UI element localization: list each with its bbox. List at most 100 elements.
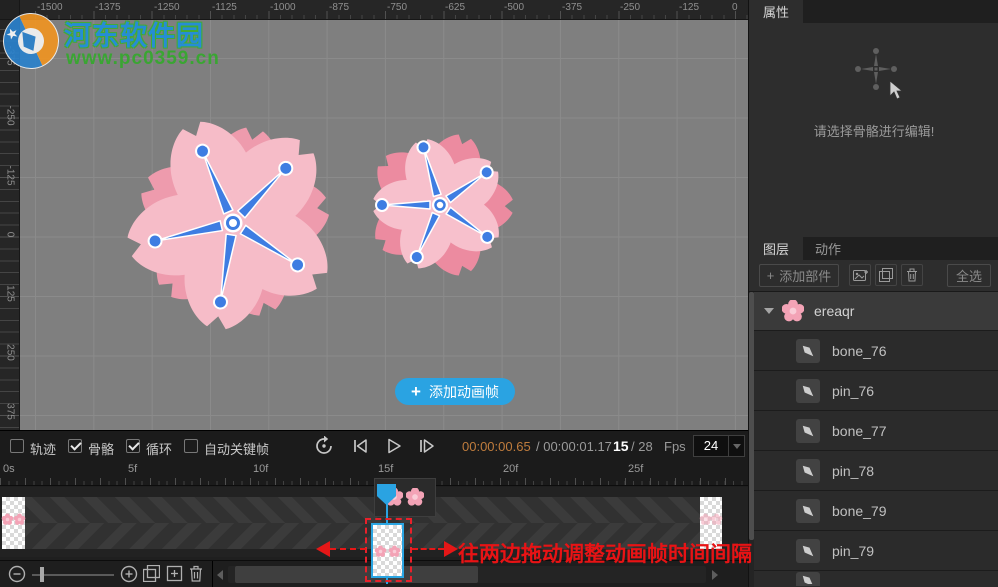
divider xyxy=(212,561,213,587)
zoom-in-icon[interactable] xyxy=(120,565,138,583)
layer-row[interactable]: bone_76 xyxy=(754,331,998,371)
ruler-label: -1250 xyxy=(154,2,180,13)
add-frame-label: 添加动画帧 xyxy=(428,383,499,400)
flower-rig-graphics[interactable] xyxy=(20,20,748,430)
app-window: -1500 -1375 -1250 -1125 -1000 -875 -750 … xyxy=(0,0,998,587)
play-icon[interactable] xyxy=(383,436,403,456)
plus-icon: + xyxy=(411,382,421,401)
layer-name: pin_76 xyxy=(832,382,875,399)
delete-frame-icon[interactable] xyxy=(189,565,203,582)
bones-checkbox[interactable] xyxy=(68,439,82,453)
annotation-arrow-right-line xyxy=(412,548,444,550)
annotation-arrow-right-head xyxy=(444,541,458,557)
layer-group-row[interactable]: ereaqr xyxy=(754,292,998,331)
timeline-hscrollbar-thumb[interactable] xyxy=(235,566,478,583)
keyframe-start[interactable] xyxy=(1,497,26,549)
bone-icon xyxy=(796,572,820,586)
animation-stage[interactable]: + 添加动画帧 xyxy=(20,20,748,430)
vertical-ruler: -375 -250 -125 0 125 250 375 xyxy=(0,20,20,430)
ruler-label: 250 xyxy=(4,344,16,361)
zoom-slider[interactable] xyxy=(32,574,114,576)
plus-icon: + xyxy=(766,268,775,283)
ruler-label: -1375 xyxy=(95,2,121,13)
trajectory-checkbox[interactable] xyxy=(10,439,24,453)
timeline-ruler-label: 0s xyxy=(3,463,15,475)
ruler-label: -250 xyxy=(620,2,641,13)
frame-current: 15 xyxy=(613,438,629,454)
ruler-label: 0 xyxy=(732,2,738,13)
ruler-label: -125 xyxy=(4,165,16,186)
zoom-out-icon[interactable] xyxy=(8,565,26,583)
layer-row-partial[interactable] xyxy=(754,571,998,587)
time-current: 00:00:00.65 xyxy=(462,439,531,454)
flower-left[interactable] xyxy=(120,109,344,334)
select-all-button[interactable]: 全选 xyxy=(947,264,991,287)
layer-name: bone_76 xyxy=(832,342,887,359)
timeline-ruler-label: 15f xyxy=(378,463,394,475)
ruler-label: -500 xyxy=(504,2,525,13)
layer-row[interactable]: pin_76 xyxy=(754,371,998,411)
layer-row[interactable]: pin_79 xyxy=(754,531,998,571)
ruler-label: -375 xyxy=(562,2,583,13)
playback-toolbar: 轨迹 骨骼 循环 自动关键帧 00:00:00.65 / 00:00:01.17… xyxy=(0,430,748,460)
layer-row[interactable]: bone_77 xyxy=(754,411,998,451)
layer-name: bone_77 xyxy=(832,422,887,439)
duplicate-frame-icon[interactable] xyxy=(143,565,160,582)
autokey-label: 自动关键帧 xyxy=(204,442,270,457)
ruler-corner xyxy=(0,0,20,20)
autokey-checkbox[interactable] xyxy=(184,439,198,453)
add-frame-icon[interactable] xyxy=(166,565,183,582)
flower-right[interactable] xyxy=(364,127,514,283)
tab-layers[interactable]: 图层 xyxy=(749,237,804,260)
annotation-text: 往两边拖动调整动画帧时间间隔 xyxy=(458,543,752,566)
tab-actions[interactable]: 动作 xyxy=(801,237,855,260)
frame-total: / 28 xyxy=(631,439,653,454)
horizontal-ruler: -1500 -1375 -1250 -1125 -1000 -875 -750 … xyxy=(20,0,748,20)
fps-dropdown[interactable]: 24 xyxy=(693,435,745,457)
add-part-label: 添加部件 xyxy=(779,269,832,284)
ruler-label: -250 xyxy=(4,105,16,126)
add-animation-frame-button[interactable]: + 添加动画帧 xyxy=(395,378,515,405)
group-name: ereaqr xyxy=(814,303,855,319)
fps-value: 24 xyxy=(703,438,719,453)
duplicate-button[interactable] xyxy=(875,264,897,286)
timeline-ruler-label: 20f xyxy=(503,463,519,475)
restart-icon[interactable] xyxy=(314,436,334,456)
bones-label: 骨骼 xyxy=(88,442,115,457)
right-panel: 属性 请选择骨骼进行编辑! 图层 动作 + 添加部件 全选 ereaqr bon… xyxy=(748,0,998,587)
zoom-slider-handle[interactable] xyxy=(40,567,44,582)
ruler-label: 0 xyxy=(4,231,16,238)
properties-body: 请选择骨骼进行编辑! xyxy=(749,23,998,237)
loop-label: 循环 xyxy=(146,442,173,457)
ruler-label: -125 xyxy=(679,2,700,13)
fps-chevron[interactable] xyxy=(728,436,744,456)
timeline-ruler-label: 5f xyxy=(128,463,138,475)
select-all-label: 全选 xyxy=(955,269,982,284)
timeline-hscrollbar[interactable] xyxy=(228,566,706,583)
delete-button[interactable] xyxy=(901,264,923,286)
export-image-button[interactable] xyxy=(849,264,871,286)
timeline-ruler-label: 10f xyxy=(253,463,269,475)
layer-row[interactable]: bone_79 xyxy=(754,491,998,531)
scroll-right-icon[interactable] xyxy=(712,570,718,580)
layer-name: pin_78 xyxy=(832,462,875,479)
collapse-caret-icon[interactable] xyxy=(764,308,774,314)
bone-icon xyxy=(796,338,820,363)
layer-name: bone_79 xyxy=(832,502,887,519)
fps-label: Fps xyxy=(664,439,686,454)
ruler-label: -875 xyxy=(329,2,350,13)
chevron-down-icon xyxy=(732,443,741,449)
scroll-left-icon[interactable] xyxy=(217,570,223,580)
tab-properties[interactable]: 属性 xyxy=(749,0,804,23)
add-part-button[interactable]: + 添加部件 xyxy=(759,264,839,287)
step-backward-icon[interactable] xyxy=(350,436,370,456)
bone-icon xyxy=(796,498,820,523)
loop-checkbox[interactable] xyxy=(126,439,140,453)
keyframe-selection-box[interactable] xyxy=(365,518,412,582)
ruler-label: -375 xyxy=(4,45,16,66)
layer-row[interactable]: pin_78 xyxy=(754,451,998,491)
bone-icon xyxy=(796,378,820,403)
ruler-label: -1125 xyxy=(212,2,237,13)
step-forward-icon[interactable] xyxy=(416,436,436,456)
layer-name: pin_79 xyxy=(832,542,875,559)
